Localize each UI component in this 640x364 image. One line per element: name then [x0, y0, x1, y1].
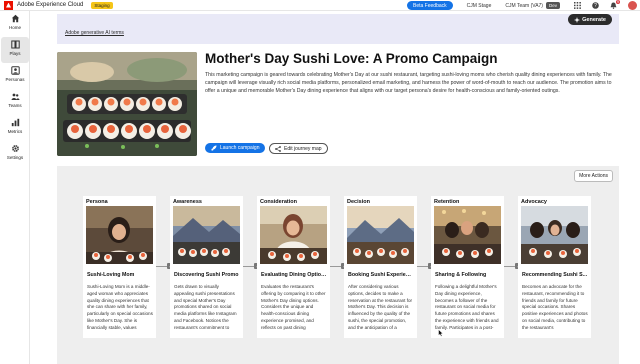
edit-journey-map-label: Edit journey map [284, 145, 322, 152]
generate-button[interactable]: Generate [568, 14, 612, 25]
stage-title: Discovering Sushi Promo [174, 272, 239, 278]
top-bar: Adobe Experience Cloud Staging Beta Feed… [0, 0, 640, 11]
metrics-icon [11, 118, 20, 127]
nav-item-personas[interactable]: Personas [1, 63, 29, 89]
stage-card-advocacy[interactable]: Advocacy Recommending Sushi S... Becomes… [518, 196, 591, 338]
mouse-cursor-icon [438, 328, 444, 339]
nav-item-plays[interactable]: Plays [1, 37, 29, 63]
stage-card-persona[interactable]: Persona Sushi-Loving Mom Sushi-Loving Mo… [83, 196, 156, 338]
nav-item-settings[interactable]: Settings [1, 141, 29, 167]
ai-terms-link[interactable]: Adobe generative AI terms [65, 30, 124, 36]
nav-label: Home [8, 25, 21, 30]
app-grid-icon[interactable] [574, 2, 581, 9]
nav-item-metrics[interactable]: Metrics [1, 115, 29, 141]
stage-description: Gets drawn to visually appealing sushi p… [174, 284, 237, 330]
stage-name: Consideration [260, 199, 297, 205]
nav-label: Metrics [7, 129, 23, 134]
stage-title: Booking Sushi Experience [348, 272, 414, 278]
stage-image [260, 206, 327, 264]
stage-name: Decision [347, 199, 370, 205]
stage-description: Sushi-Loving Mom is a middle-aged woman … [87, 284, 153, 330]
stage-image [521, 206, 588, 264]
nav-label: Plays [9, 51, 21, 56]
org-switcher[interactable]: CJM Stage [467, 3, 492, 9]
personas-icon [10, 66, 20, 75]
launch-campaign-label: Launch campaign [220, 145, 260, 151]
settings-icon [11, 144, 20, 153]
staging-badge: Staging [91, 1, 113, 9]
stage-name: Persona [86, 199, 108, 205]
teams-icon [11, 92, 20, 101]
home-icon [11, 14, 20, 23]
edit-journey-map-button[interactable]: Edit journey map [269, 143, 328, 154]
stage-image [434, 206, 501, 264]
stage-title: Evaluating Dining Options [261, 272, 327, 278]
launch-campaign-button[interactable]: Launch campaign [205, 143, 266, 153]
generate-label: Generate [582, 16, 606, 23]
topbar-right: Beta Feedback CJM Stage CJM Team (VA7) D… [407, 0, 640, 11]
stage-title: Sharing & Following [435, 272, 487, 278]
stage-title: Sushi-Loving Mom [87, 272, 135, 278]
stage-image [86, 206, 153, 264]
journey-map-icon [275, 145, 281, 152]
sparkle-icon [574, 16, 581, 23]
journey-map-area: More Actions ‹ ‹ ‹ ‹ ‹ Persona Sushi-Lov… [57, 166, 619, 364]
stage-description: Becomes an advocate for the restaurant, … [522, 284, 588, 330]
stage-image [173, 206, 240, 264]
stage-title: Recommending Sushi S... [522, 272, 588, 278]
left-nav-rail: Home Plays Personas Teams Metrics Settin… [0, 11, 30, 364]
stage-card-retention[interactable]: Retention Sharing & Following Following … [431, 196, 504, 338]
beta-feedback-button[interactable]: Beta Feedback [407, 1, 453, 10]
nav-label: Settings [6, 155, 24, 160]
user-avatar[interactable] [628, 1, 637, 10]
plays-icon [10, 40, 20, 49]
nav-item-home[interactable]: Home [1, 11, 29, 37]
campaign-hero-image [57, 52, 197, 156]
sandbox-switcher[interactable]: CJM Team (VA7) [505, 3, 543, 9]
help-icon[interactable]: ? [592, 2, 599, 9]
stage-card-consideration[interactable]: Consideration Evaluating Dining Options … [257, 196, 330, 338]
more-actions-button[interactable]: More Actions [574, 170, 613, 182]
stage-name: Retention [434, 199, 460, 205]
campaign-title: Mother's Day Sushi Love: A Promo Campaig… [205, 51, 498, 66]
rocket-icon [211, 145, 217, 151]
nav-label: Personas [5, 77, 25, 82]
stage-description: Following a delightful Mother's Day dini… [435, 284, 499, 330]
stage-description: After considering various options, decid… [348, 284, 413, 330]
stage-image [347, 206, 414, 264]
stage-card-awareness[interactable]: Awareness Discovering Sushi Promo Gets d… [170, 196, 243, 338]
nav-item-teams[interactable]: Teams [1, 89, 29, 115]
nav-label: Teams [8, 103, 22, 108]
stage-description: Evaluates the restaurant's offering by c… [261, 284, 326, 330]
generative-ai-banner: Adobe generative AI terms Generate [57, 14, 619, 44]
notifications-bell-icon[interactable]: 9 [610, 0, 620, 9]
stage-card-decision[interactable]: Decision Booking Sushi Experience After … [344, 196, 417, 338]
dev-badge: Dev [545, 2, 560, 9]
stage-name: Awareness [173, 199, 202, 205]
svg-text:?: ? [594, 3, 597, 9]
notification-count-badge: 9 [616, 0, 620, 4]
app-title[interactable]: Adobe Experience Cloud [17, 2, 83, 8]
adobe-logo-icon[interactable] [4, 0, 13, 10]
campaign-description: This marketing campaign is geared toward… [205, 72, 612, 94]
stage-name: Advocacy [521, 199, 547, 205]
